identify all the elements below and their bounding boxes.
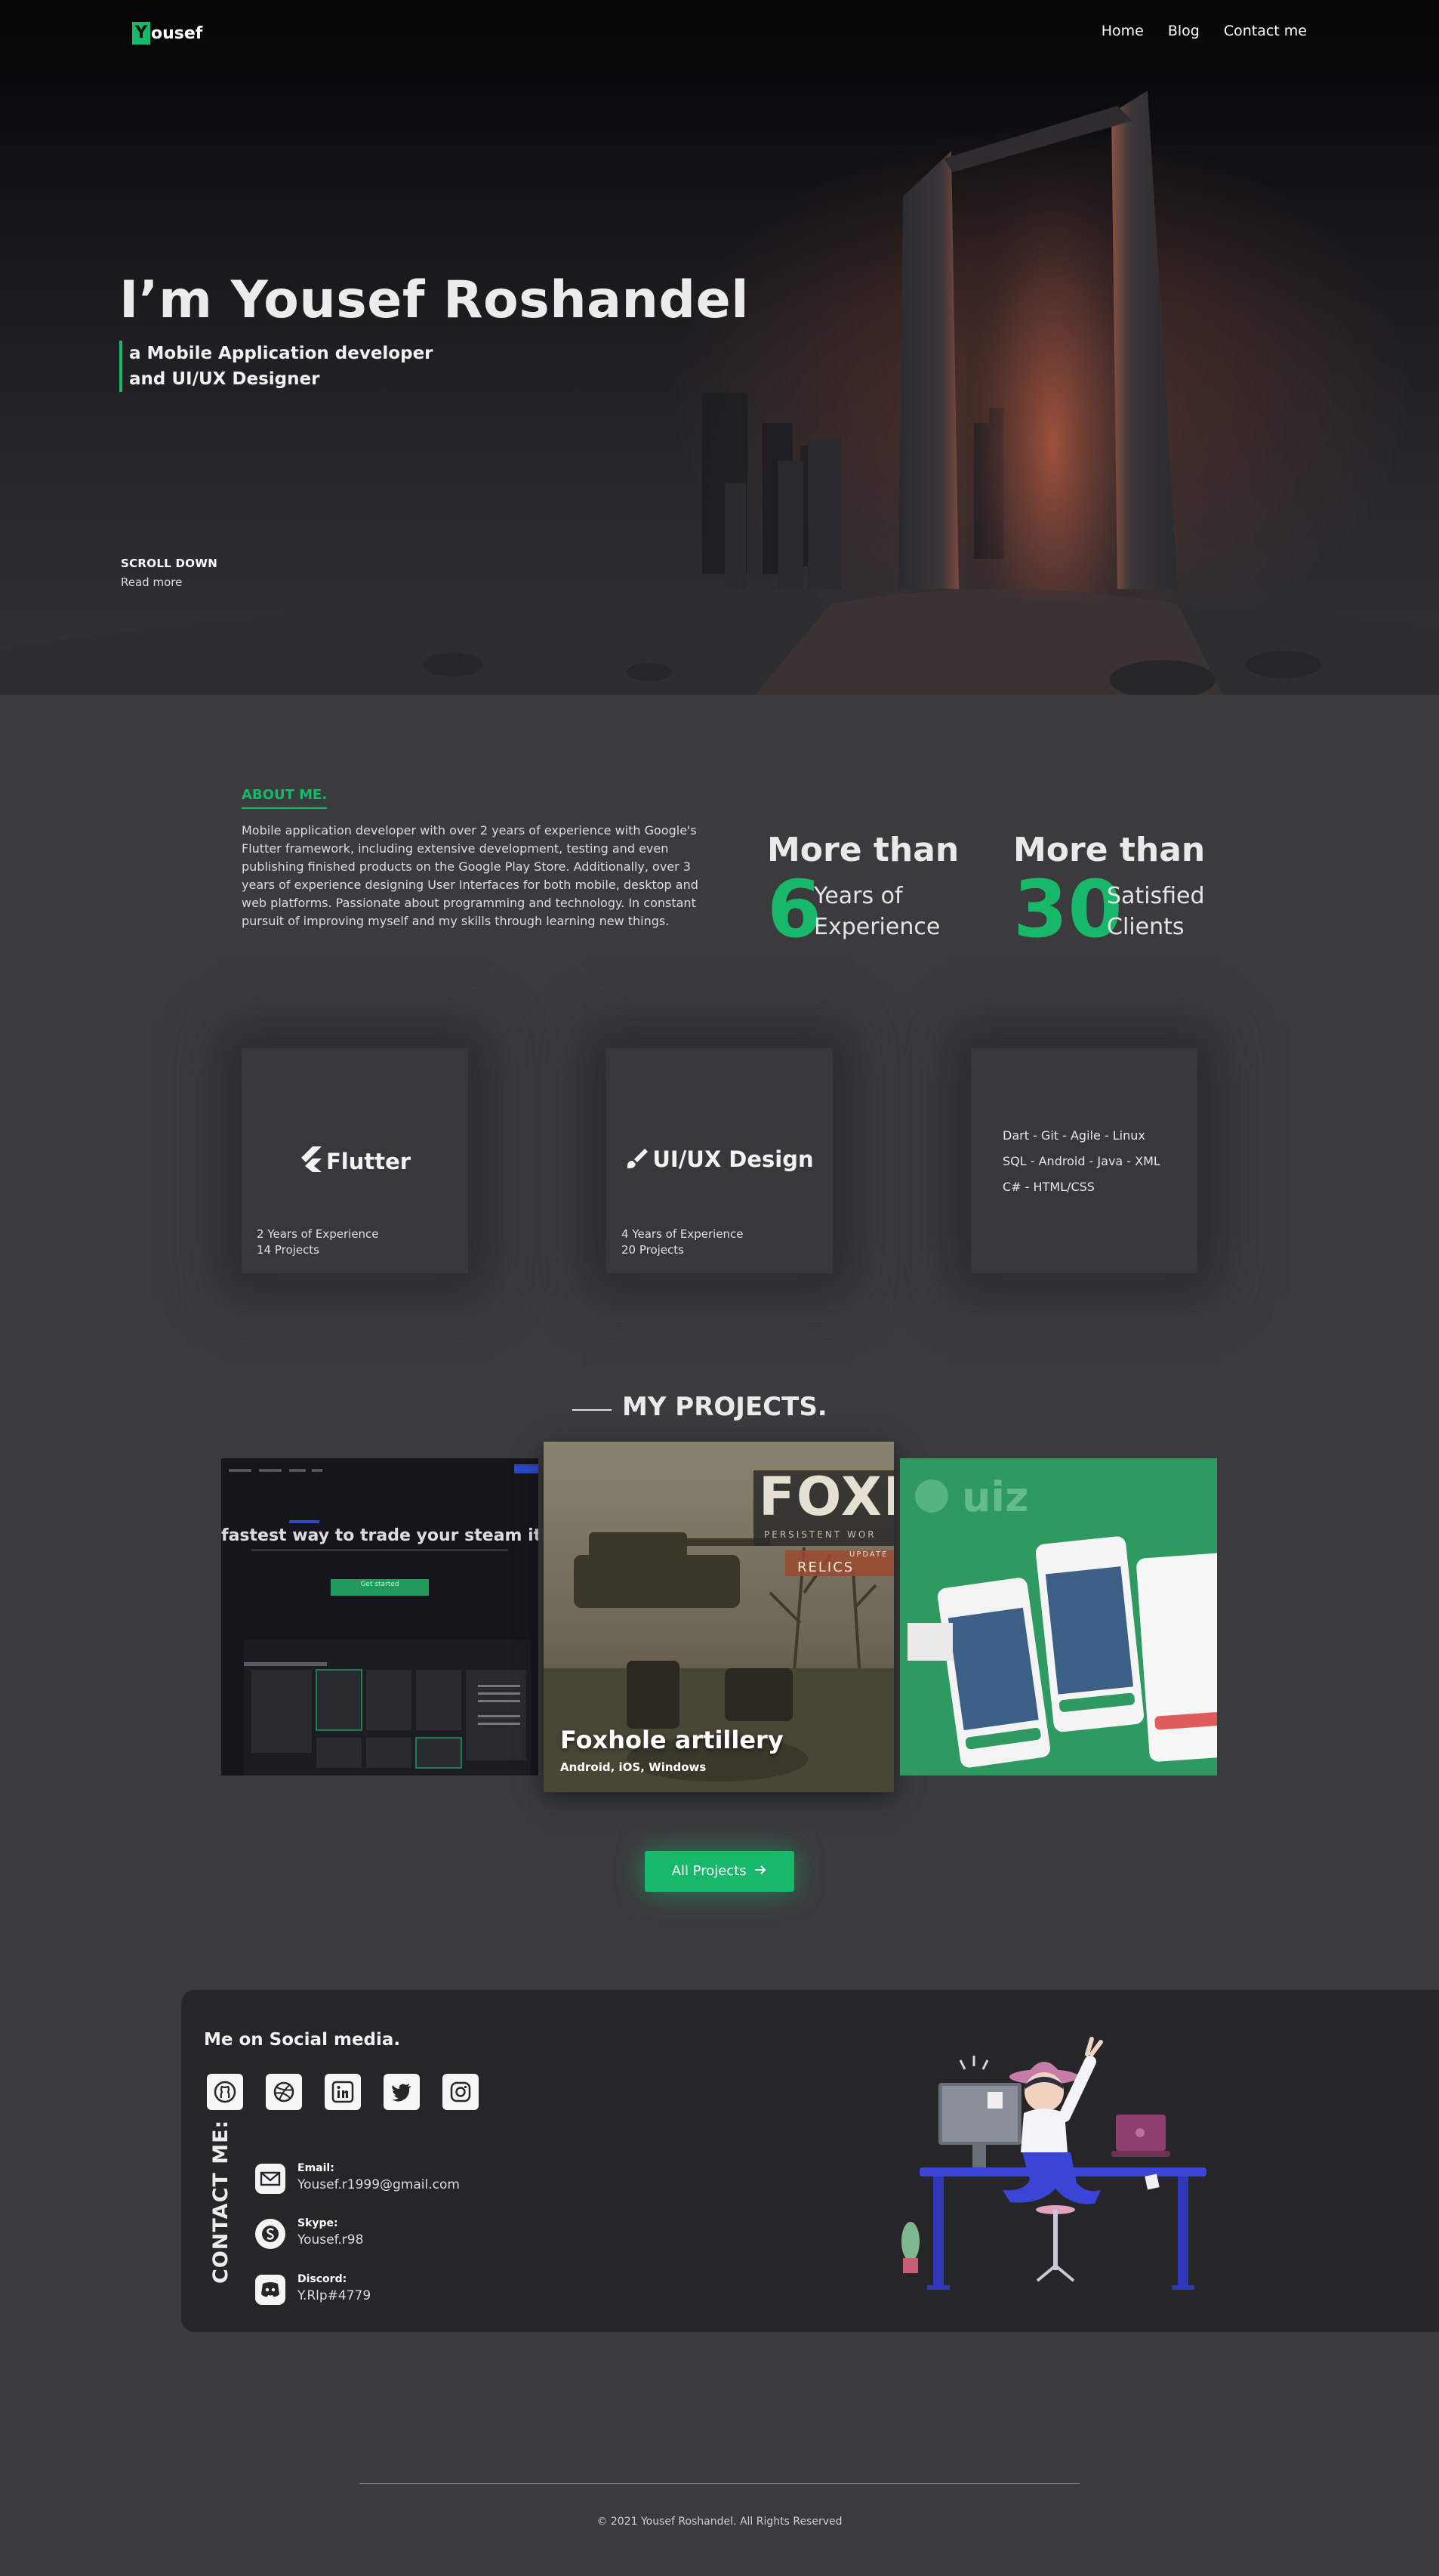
skill-card-projects: 14 Projects bbox=[257, 1243, 319, 1257]
tech-list-line: Dart - Git - Agile - Linux bbox=[1003, 1128, 1145, 1143]
skill-card-title: UI/UX Design bbox=[606, 1146, 833, 1175]
main-nav: Home Blog Contact me bbox=[1102, 23, 1307, 39]
project-steam-trade-thumbnail bbox=[221, 1458, 538, 1775]
dribbble-icon[interactable] bbox=[266, 2074, 302, 2110]
footer-copyright: © 2021 Yousef Roshandel. All Rights Rese… bbox=[596, 2516, 843, 2528]
skill-card-title-text: Flutter bbox=[325, 1149, 411, 1174]
all-projects-label: All Projects bbox=[671, 1863, 747, 1879]
logo-text: ousef bbox=[151, 23, 203, 43]
scroll-down-label[interactable]: SCROLL DOWN bbox=[121, 557, 217, 570]
project-foxhole-art-subtitle: PERSISTENT WOR bbox=[764, 1529, 877, 1540]
developer-desk-illustration bbox=[901, 2037, 1206, 2290]
skill-card-meta: 2 Years of Experience 14 Projects bbox=[257, 1226, 379, 1258]
hero-subtitle-line-2: and UI/UX Designer bbox=[129, 369, 320, 389]
skill-card-meta: 4 Years of Experience 20 Projects bbox=[621, 1226, 744, 1258]
hero-subtitle-line-1: a Mobile Application developer bbox=[129, 344, 433, 363]
project-card-quiz[interactable]: uiz bbox=[900, 1458, 1217, 1775]
project-steam-get-started: Get started bbox=[360, 1581, 399, 1588]
stat-unit: Satisfied Clients bbox=[1107, 881, 1205, 942]
contact-email-label: Email: bbox=[297, 2162, 334, 2174]
nav-blog-link[interactable]: Blog bbox=[1168, 23, 1200, 39]
read-more-link[interactable]: Read more bbox=[121, 575, 182, 589]
skill-card-title: Flutter bbox=[242, 1146, 468, 1177]
project-card-steam-trade[interactable]: fastest way to trade your steam items Ge… bbox=[221, 1458, 538, 1775]
heading-dash bbox=[572, 1409, 612, 1411]
stat-unit-line-1: Years of bbox=[814, 883, 903, 909]
project-card-foxhole[interactable]: FOXH PERSISTENT WOR UPDATE RELICS Foxhol… bbox=[544, 1442, 894, 1792]
contact-skype-value[interactable]: Yousef.r98 bbox=[297, 2232, 363, 2247]
stat-clients: More than 30 Satisfied Clients bbox=[1013, 831, 1205, 949]
nav-home-link[interactable]: Home bbox=[1102, 23, 1144, 39]
contact-email-value[interactable]: Yousef.r1999@gmail.com bbox=[297, 2177, 460, 2192]
site-logo[interactable]: Y ousef bbox=[132, 20, 202, 47]
arrow-right-icon bbox=[755, 1851, 767, 1892]
projects-heading-text: MY PROJECTS. bbox=[622, 1392, 827, 1422]
tech-list-line: SQL - Android - Java - XML bbox=[1003, 1154, 1160, 1168]
stat-experience: More than 6 Years of Experience bbox=[767, 831, 959, 949]
project-steam-headline: fastest way to trade your steam items bbox=[221, 1526, 538, 1545]
skill-card-title-text: UI/UX Design bbox=[652, 1146, 814, 1172]
instagram-icon[interactable] bbox=[442, 2074, 479, 2110]
project-foxhole-art-update: UPDATE bbox=[849, 1550, 889, 1559]
stat-unit-line-2: Clients bbox=[1107, 914, 1185, 940]
stat-unit-line-1: Satisfied bbox=[1107, 883, 1205, 909]
flutter-icon bbox=[299, 1146, 322, 1177]
contact-discord-value[interactable]: Y.Rlp#4779 bbox=[297, 2288, 371, 2303]
github-icon[interactable] bbox=[207, 2074, 243, 2110]
logo-mark: Y bbox=[132, 22, 150, 45]
twitter-icon[interactable] bbox=[384, 2074, 420, 2110]
skill-card-uiux[interactable]: UI/UX Design 4 Years of Experience 20 Pr… bbox=[606, 1048, 833, 1273]
project-quiz-thumbnail bbox=[900, 1458, 1217, 1775]
about-text: Mobile application developer with over 2… bbox=[242, 823, 698, 928]
skill-card-flutter[interactable]: Flutter 2 Years of Experience 14 Project… bbox=[242, 1048, 468, 1273]
project-name: Foxhole artillery bbox=[560, 1726, 784, 1754]
skype-icon bbox=[255, 2219, 285, 2249]
design-brush-icon bbox=[625, 1147, 649, 1175]
nav-contact-link[interactable]: Contact me bbox=[1224, 23, 1307, 39]
project-foxhole-art-title: FOXH bbox=[759, 1466, 894, 1528]
tech-list-line: C# - HTML/CSS bbox=[1003, 1180, 1095, 1194]
skill-card-experience: 4 Years of Experience bbox=[621, 1227, 744, 1241]
footer-divider bbox=[359, 2483, 1080, 2484]
hero-subtitle: a Mobile Application developer and UI/UX… bbox=[119, 341, 433, 392]
contact-discord-label: Discord: bbox=[297, 2273, 347, 2285]
project-foxhole-art-relics: RELICS bbox=[797, 1559, 855, 1575]
hero-title: I’m Yousef Roshandel bbox=[119, 270, 750, 330]
project-platforms: Android, iOS, Windows bbox=[560, 1760, 707, 1774]
stat-unit-line-2: Experience bbox=[814, 914, 941, 940]
skill-card-experience: 2 Years of Experience bbox=[257, 1227, 379, 1241]
project-quiz-logo: uiz bbox=[962, 1473, 1029, 1521]
skill-card-technologies[interactable]: Dart - Git - Agile - Linux SQL - Android… bbox=[971, 1048, 1197, 1273]
skill-card-projects: 20 Projects bbox=[621, 1243, 684, 1257]
linkedin-icon[interactable] bbox=[325, 2074, 361, 2110]
contact-skype-label: Skype: bbox=[297, 2217, 338, 2229]
projects-heading: MY PROJECTS. bbox=[572, 1392, 827, 1422]
about-heading: ABOUT ME. bbox=[242, 787, 328, 809]
stat-unit: Years of Experience bbox=[814, 881, 940, 942]
social-media-heading: Me on Social media. bbox=[204, 2030, 401, 2050]
hero-section: Y ousef Home Blog Contact me I’m Yousef … bbox=[0, 0, 1439, 695]
discord-icon bbox=[255, 2275, 285, 2305]
mail-icon bbox=[255, 2164, 285, 2194]
all-projects-button[interactable]: All Projects bbox=[645, 1851, 794, 1892]
contact-me-heading: CONTACT ME: bbox=[209, 2119, 233, 2284]
